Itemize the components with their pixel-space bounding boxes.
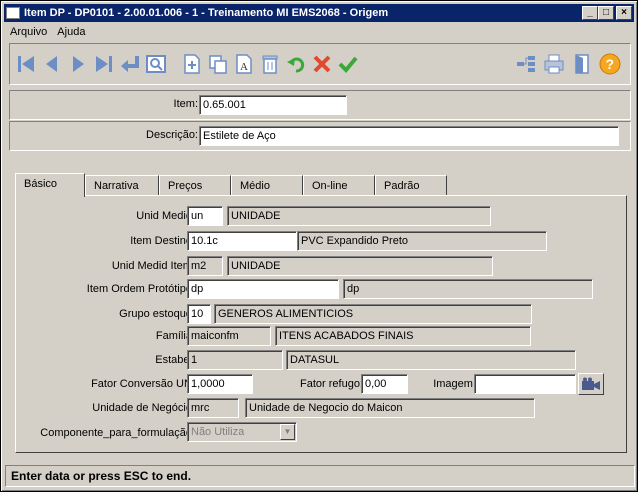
menu-bar: Arquivo Ajuda	[5, 23, 90, 41]
last-icon[interactable]	[92, 52, 116, 76]
unidade-negocio-desc: Unidade de Negocio do Maicon	[245, 398, 535, 418]
tab-medio[interactable]: Médio	[231, 175, 303, 195]
exit-icon[interactable]	[570, 52, 594, 76]
tab-basico[interactable]: Básico	[15, 173, 85, 197]
basico-panel: Unid Medid: un UNIDADE Item Destino: 10.…	[15, 195, 627, 453]
search-icon[interactable]	[144, 52, 168, 76]
unid-medid-desc: UNIDADE	[227, 206, 491, 226]
fator-refugo-field[interactable]: 0,00	[361, 374, 408, 394]
minimize-button[interactable]: _	[582, 6, 598, 20]
item-label: Item:	[173, 98, 198, 110]
componente-value: Não Utiliza	[191, 426, 245, 438]
chevron-down-icon[interactable]: ▼	[280, 424, 295, 440]
unid-medid-item-label: Unid Medid Item:	[111, 260, 195, 272]
descricao-field[interactable]: Estilete de Aço	[199, 126, 619, 146]
item-destino-label: Item Destino:	[130, 235, 195, 247]
item-panel: Item: 0.65.001	[9, 90, 631, 120]
fator-conversao-label: Fator Conversão UN:	[91, 378, 195, 390]
first-icon[interactable]	[14, 52, 38, 76]
navigate-icon[interactable]	[514, 52, 538, 76]
unid-medid-item-field: m2	[187, 256, 223, 276]
item-field[interactable]: 0.65.001	[199, 95, 347, 115]
item-ordem-label: Item Ordem Protótipo:	[86, 283, 195, 295]
confirm-icon[interactable]	[336, 52, 360, 76]
delete-icon[interactable]	[258, 52, 282, 76]
window-title: Item DP - DP0101 - 2.00.01.006 - 1 - Tre…	[24, 7, 389, 19]
maximize-button[interactable]: □	[598, 6, 614, 20]
imagem-label: Imagem:	[433, 378, 476, 390]
estabel-field: 1	[187, 350, 283, 370]
previous-icon[interactable]	[40, 52, 64, 76]
estabel-desc: DATASUL	[286, 350, 576, 370]
grupo-estoque-desc: GENEROS ALIMENTICIOS	[214, 304, 532, 324]
tab-online[interactable]: On-line	[303, 175, 375, 195]
familia-desc: ITENS ACABADOS FINAIS	[275, 326, 531, 346]
camera-icon[interactable]	[578, 373, 604, 395]
cancel-icon[interactable]	[310, 52, 334, 76]
componente-label: Componente_para_formulação:	[40, 427, 195, 439]
imagem-field[interactable]	[474, 374, 576, 394]
next-icon[interactable]	[66, 52, 90, 76]
grupo-estoque-field[interactable]: 10	[187, 304, 211, 324]
status-bar: Enter data or press ESC to end.	[5, 465, 635, 487]
item-ordem-field[interactable]: dp	[187, 279, 339, 299]
item-destino-desc: PVC Expandido Preto	[297, 231, 547, 251]
menu-arquivo[interactable]: Arquivo	[5, 26, 52, 38]
unidade-negocio-field: mrc	[187, 398, 239, 418]
unid-medid-item-desc: UNIDADE	[227, 256, 493, 276]
familia-field: maiconfm	[187, 326, 271, 346]
goto-icon[interactable]	[118, 52, 142, 76]
descricao-panel: Descrição: Estilete de Aço	[9, 121, 631, 151]
undo-icon[interactable]	[284, 52, 308, 76]
copy-icon[interactable]	[206, 52, 230, 76]
fator-conversao-field[interactable]: 1,0000	[187, 374, 253, 394]
svg-text:?: ?	[606, 56, 615, 72]
unidade-negocio-label: Unidade de Negócio:	[92, 402, 195, 414]
menu-ajuda[interactable]: Ajuda	[52, 26, 90, 38]
tab-precos[interactable]: Preços	[159, 175, 231, 195]
tab-padrao[interactable]: Padrão	[375, 175, 447, 195]
item-destino-field[interactable]: 10.1c	[187, 231, 297, 251]
close-button[interactable]: ×	[616, 6, 632, 20]
print-icon[interactable]	[542, 52, 566, 76]
new-icon[interactable]	[180, 52, 204, 76]
descricao-label: Descrição:	[146, 129, 198, 141]
app-icon	[6, 7, 20, 19]
tab-narrativa[interactable]: Narrativa	[85, 175, 159, 195]
grupo-estoque-label: Grupo estoque:	[119, 308, 195, 320]
componente-select[interactable]: Não Utiliza ▼	[187, 422, 297, 442]
toolbar: A ?	[9, 43, 631, 85]
unid-medid-field[interactable]: un	[187, 206, 223, 226]
title-bar[interactable]: Item DP - DP0101 - 2.00.01.006 - 1 - Tre…	[4, 4, 634, 22]
svg-text:A: A	[240, 61, 248, 73]
item-ordem-desc: dp	[343, 279, 593, 299]
help-icon[interactable]: ?	[598, 52, 622, 76]
edit-icon[interactable]: A	[232, 52, 256, 76]
fator-refugo-label: Fator refugo:	[300, 378, 363, 390]
application-window: Item DP - DP0101 - 2.00.01.006 - 1 - Tre…	[0, 0, 638, 492]
